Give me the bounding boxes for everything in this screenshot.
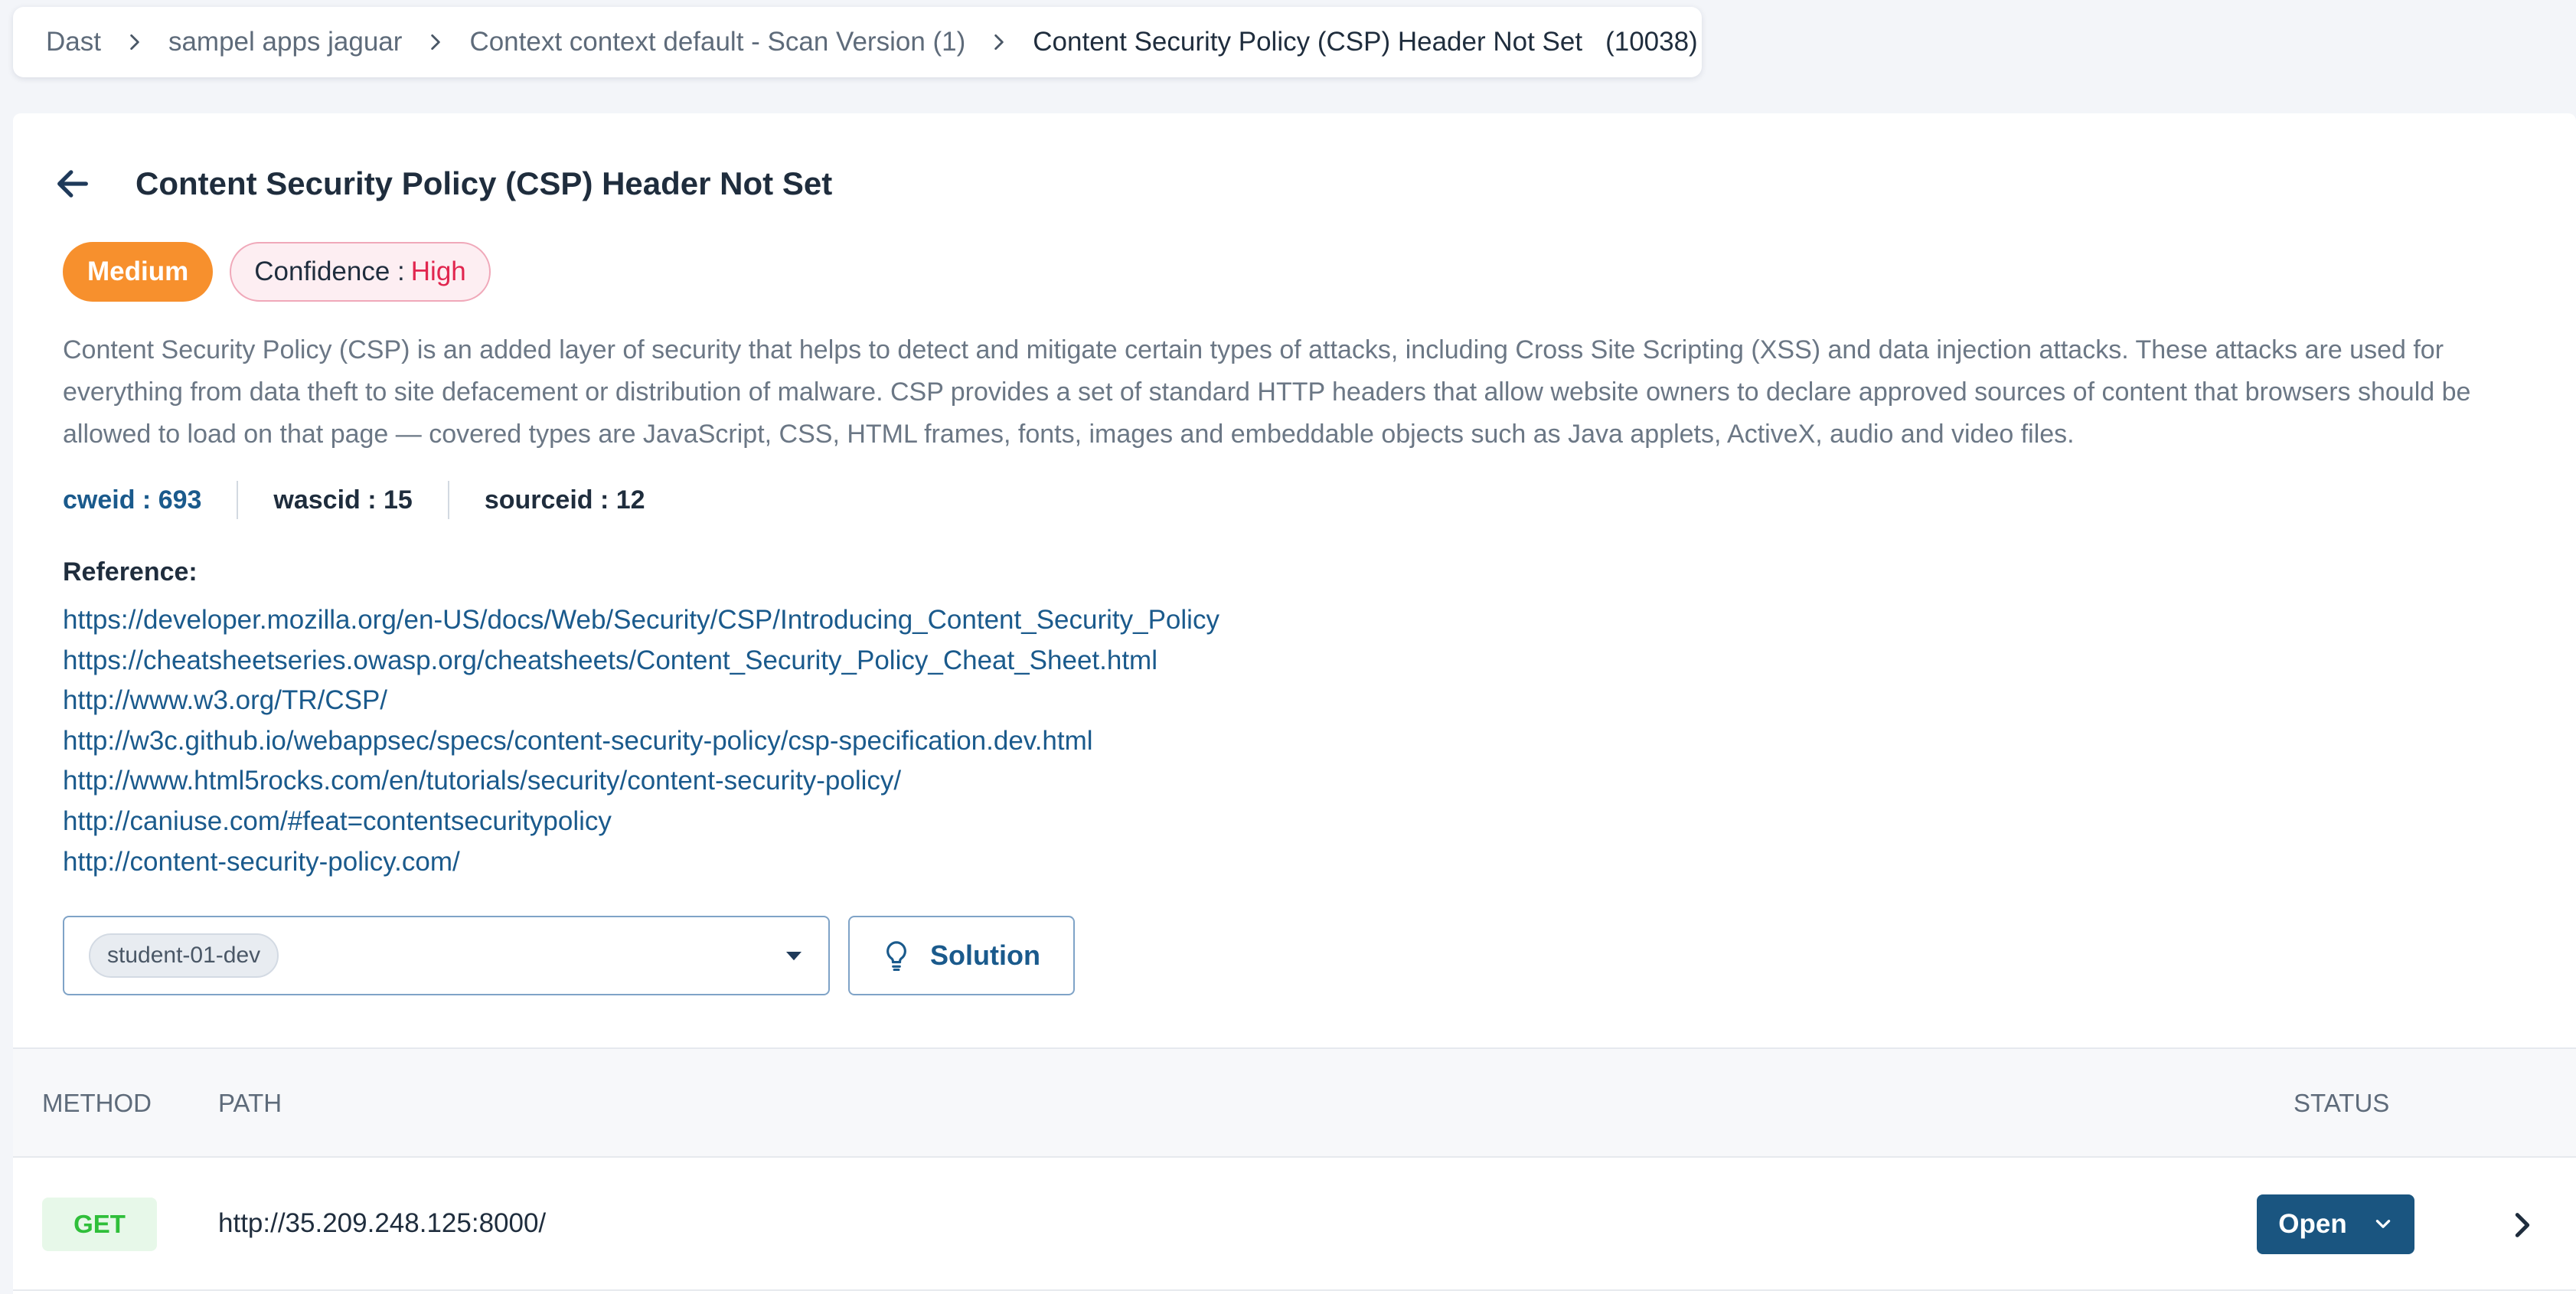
- reference-link[interactable]: http://www.w3.org/TR/CSP/: [63, 681, 1219, 721]
- title-row: Content Security Policy (CSP) Header Not…: [50, 161, 832, 207]
- table-row[interactable]: GET http://35.209.248.125:8000/ Open: [13, 1158, 2576, 1291]
- reference-list: https://developer.mozilla.org/en-US/docs…: [63, 600, 1219, 882]
- reference-link[interactable]: https://cheatsheetseries.owasp.org/cheat…: [63, 641, 1219, 681]
- column-header-path: Path: [218, 1089, 282, 1117]
- breadcrumb: Dast sampel apps jaguar Context context …: [13, 7, 1702, 77]
- chevron-right-icon: [965, 32, 1033, 52]
- breadcrumb-item-app[interactable]: sampel apps jaguar: [168, 27, 402, 57]
- breadcrumb-item-dast[interactable]: Dast: [46, 27, 101, 57]
- caret-down-icon: [786, 952, 802, 961]
- solution-label: Solution: [930, 939, 1040, 971]
- breadcrumb-item-context[interactable]: Context context default - Scan Version (…: [469, 27, 965, 57]
- method-badge: GET: [42, 1198, 157, 1251]
- status-label: Open: [2278, 1209, 2347, 1239]
- chevron-right-icon[interactable]: [2507, 1210, 2538, 1240]
- badges: Medium Confidence : High: [63, 242, 491, 302]
- cweid-link[interactable]: cweid : 693: [63, 481, 237, 519]
- breadcrumb-item-current: Content Security Policy (CSP) Header Not…: [1033, 27, 1583, 57]
- status-dropdown-button[interactable]: Open: [2257, 1194, 2414, 1254]
- assignee-chip[interactable]: student-01-dev: [89, 933, 279, 978]
- alert-ids: cweid : 693 wascid : 15 sourceid : 12: [63, 481, 681, 519]
- confidence-value: High: [410, 257, 466, 286]
- breadcrumb-count: (10038): [1605, 27, 1698, 57]
- reference-link[interactable]: http://content-security-policy.com/: [63, 842, 1219, 883]
- table-header: Method Path Status: [13, 1047, 2576, 1158]
- reference-link[interactable]: http://w3c.github.io/webappsec/specs/con…: [63, 721, 1219, 762]
- column-header-status: Status: [2294, 1089, 2390, 1117]
- sourceid: sourceid : 12: [447, 481, 681, 519]
- lightbulb-icon: [886, 941, 906, 971]
- assignee-select[interactable]: student-01-dev: [63, 916, 830, 995]
- confidence-label: Confidence :: [254, 257, 405, 286]
- controls: student-01-dev Solution: [63, 916, 1075, 995]
- solution-button[interactable]: Solution: [848, 916, 1075, 995]
- column-header-method: Method: [42, 1089, 152, 1117]
- reference-label: Reference:: [63, 557, 198, 587]
- path-text: http://35.209.248.125:8000/: [218, 1208, 547, 1238]
- severity-badge: Medium: [63, 242, 214, 302]
- reference-link[interactable]: https://developer.mozilla.org/en-US/docs…: [63, 600, 1219, 641]
- chevron-down-icon: [2375, 1220, 2390, 1228]
- confidence-badge: Confidence : High: [230, 242, 491, 302]
- chevron-right-icon: [402, 32, 469, 52]
- alert-description: Content Security Policy (CSP) is an adde…: [63, 335, 2471, 449]
- reference-link[interactable]: http://www.html5rocks.com/en/tutorials/s…: [63, 761, 1219, 802]
- reference-link[interactable]: http://caniuse.com/#feat=contentsecurity…: [63, 802, 1219, 842]
- page-title: Content Security Policy (CSP) Header Not…: [135, 165, 833, 201]
- chevron-right-icon: [101, 32, 168, 52]
- wascid: wascid : 15: [237, 481, 447, 519]
- arrow-left-icon: [57, 170, 88, 198]
- back-button[interactable]: [50, 161, 96, 207]
